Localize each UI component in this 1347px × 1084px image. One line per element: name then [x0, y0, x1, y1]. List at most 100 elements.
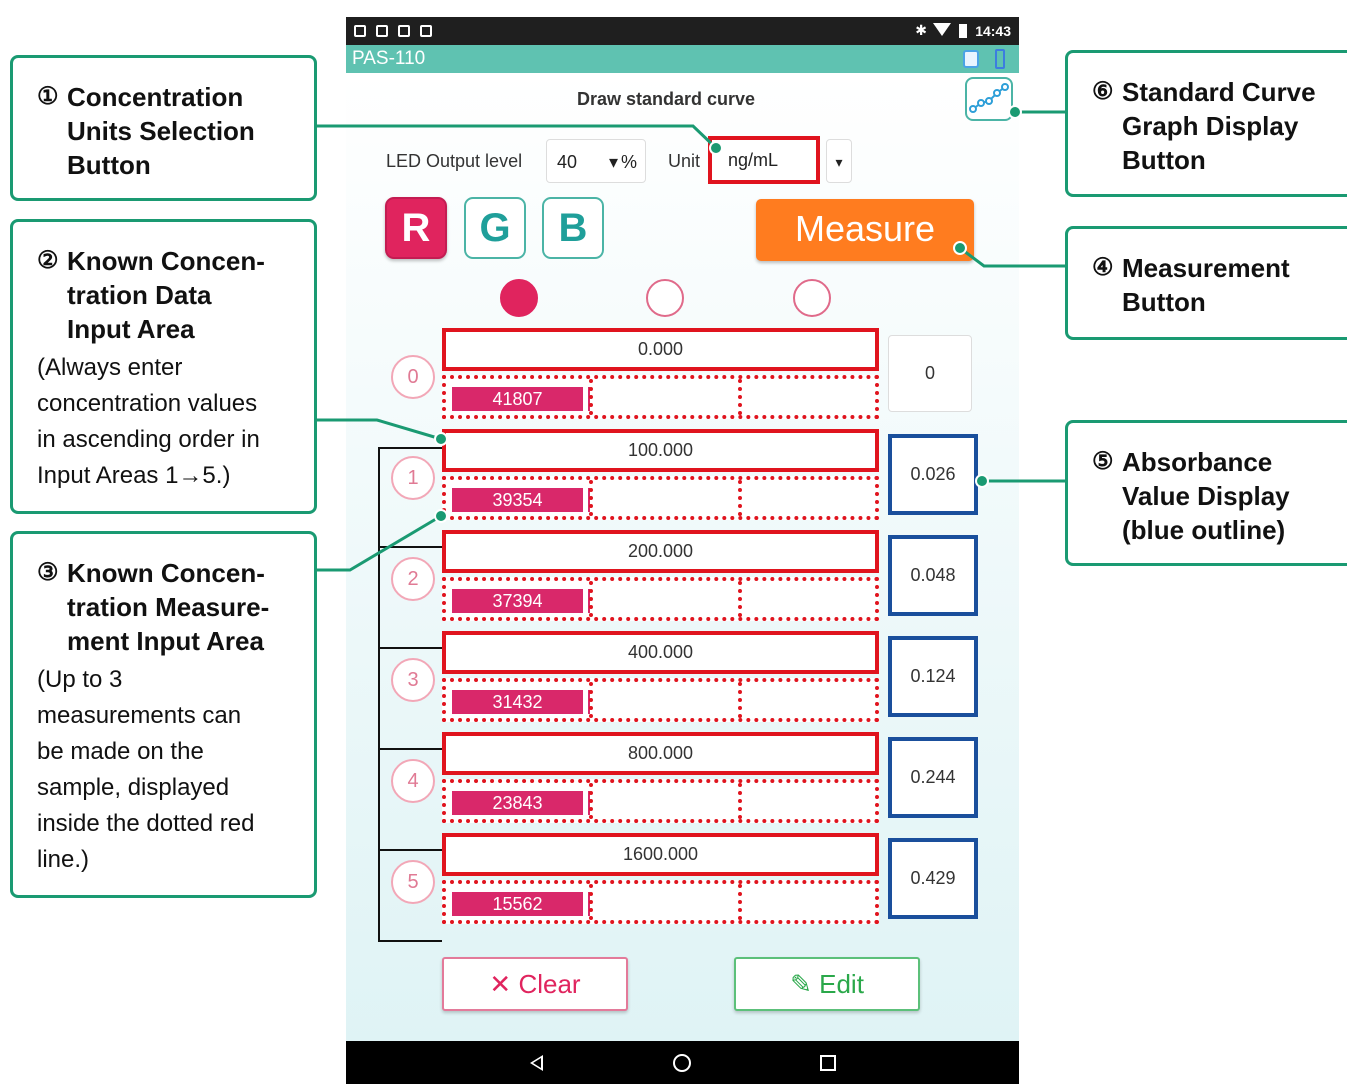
callout-title: Measurement Button — [1122, 253, 1290, 317]
store-icon — [420, 25, 432, 37]
callout-description: (Always enter concentration values in as… — [37, 354, 260, 489]
measurement-input-area[interactable]: 31432 — [442, 678, 879, 722]
led-output-select[interactable]: 40 ▾ % — [546, 139, 646, 183]
download-icon — [398, 25, 410, 37]
close-icon: ✕ — [489, 969, 512, 999]
status-bar: ✱ 14:43 — [346, 17, 1019, 45]
absorbance-display: 0.048 — [888, 535, 978, 616]
battery-icon — [959, 24, 967, 38]
concentration-input[interactable]: 100.000 — [442, 429, 879, 472]
unit-value: ng/mL — [728, 150, 779, 170]
absorbance-display: 0 — [888, 335, 972, 412]
edit-label: Edit — [819, 969, 864, 999]
device-connection-icon[interactable] — [963, 50, 979, 68]
measure-button[interactable]: Measure — [756, 199, 974, 261]
measurement-slot-1-radio[interactable] — [500, 279, 538, 317]
measurement-value: 31432 — [452, 690, 588, 714]
concentration-input[interactable]: 0.000 — [442, 328, 879, 371]
graph-icon — [969, 83, 1009, 113]
callout-number: ⑥ — [1092, 78, 1114, 105]
measurement-divider — [738, 379, 742, 415]
standard-row-4: 4 800.000 23843 0.244 — [346, 732, 1019, 833]
measurement-value: 37394 — [452, 589, 588, 613]
notification-icon — [354, 25, 366, 37]
callout-title: Absorbance Value Display (blue outline) — [1122, 447, 1290, 545]
unit-dropdown-button[interactable]: ▾ — [826, 139, 852, 183]
callout-title: Known Concen- tration Measure- ment Inpu… — [67, 558, 270, 656]
measurement-divider — [738, 682, 742, 718]
concentration-input[interactable]: 400.000 — [442, 631, 879, 674]
callout-measurement-button: ④ Measurement Button — [1065, 226, 1347, 340]
standard-row-3: 3 400.000 31432 0.124 — [346, 631, 1019, 732]
row-index: 1 — [391, 456, 435, 500]
measurement-divider — [589, 884, 593, 920]
callout-known-concentration-measurement: ③ Known Concen- tration Measure- ment Inp… — [10, 531, 317, 898]
concentration-input[interactable]: 1600.000 — [442, 833, 879, 876]
measurement-divider — [589, 480, 593, 516]
callout-number: ④ — [1092, 254, 1114, 281]
absorbance-display: 0.244 — [888, 737, 978, 818]
concentration-input[interactable]: 800.000 — [442, 732, 879, 775]
standard-row-5: 5 1600.000 15562 0.429 — [346, 833, 1019, 934]
android-nav-bar — [346, 1041, 1019, 1084]
led-green-button[interactable]: G — [464, 197, 526, 259]
unit-label: Unit — [668, 151, 701, 171]
led-blue-button[interactable]: B — [542, 197, 604, 259]
edit-button[interactable]: ✎ Edit — [734, 957, 920, 1011]
measurement-value: 23843 — [452, 791, 588, 815]
status-time: 14:43 — [975, 23, 1011, 39]
concentration-unit-select[interactable]: ng/mL — [708, 136, 820, 184]
measurement-value: 41807 — [452, 387, 588, 411]
row-index: 0 — [391, 355, 435, 399]
pencil-icon: ✎ — [790, 969, 812, 999]
led-output-value: 40 — [557, 152, 578, 172]
clear-button[interactable]: ✕ Clear — [442, 957, 628, 1011]
measurement-input-area[interactable]: 37394 — [442, 577, 879, 621]
back-icon[interactable] — [530, 1055, 543, 1071]
concentration-input[interactable]: 200.000 — [442, 530, 879, 573]
phone-screen: ✱ 14:43 PAS-110 Draw standard curve LED … — [346, 17, 1019, 1084]
measurement-input-area[interactable]: 23843 — [442, 779, 879, 823]
measurement-divider — [589, 783, 593, 819]
standard-row-0: 0 0.000 41807 0 — [346, 328, 1019, 429]
home-icon[interactable] — [673, 1054, 691, 1072]
standard-row-1: 1 100.000 39354 0.026 — [346, 429, 1019, 530]
measurement-input-area[interactable]: 15562 — [442, 880, 879, 924]
led-red-button[interactable]: R — [385, 197, 447, 259]
measurement-input-area[interactable]: 39354 — [442, 476, 879, 520]
callout-number: ① — [37, 83, 59, 110]
measurement-divider — [589, 379, 593, 415]
led-output-label: LED Output level — [386, 151, 523, 171]
callout-number: ⑤ — [1092, 448, 1114, 475]
measurement-slot-3-radio[interactable] — [793, 279, 831, 317]
measurement-divider — [589, 682, 593, 718]
measurement-value: 15562 — [452, 892, 588, 916]
mail-icon — [376, 25, 388, 37]
app-title: PAS-110 — [352, 48, 426, 69]
row-separator — [378, 940, 442, 942]
measurement-value: 39354 — [452, 488, 588, 512]
measurement-slot-2-radio[interactable] — [646, 279, 684, 317]
absorbance-display: 0.429 — [888, 838, 978, 919]
chevron-down-icon: ▾ — [609, 152, 619, 172]
callout-number: ③ — [37, 559, 59, 586]
callout-known-concentration-data: ② Known Concen- tration Data Input Area (… — [10, 219, 317, 514]
row-index: 3 — [391, 658, 435, 702]
callout-concentration-units: ① Concentration Units Selection Button — [10, 55, 317, 201]
wifi-icon — [933, 23, 951, 36]
row-index: 4 — [391, 759, 435, 803]
callout-description: (Up to 3 measurements can be made on the… — [37, 666, 255, 873]
measurement-input-area[interactable]: 41807 — [442, 375, 879, 419]
clear-label: Clear — [518, 969, 581, 999]
device-battery-icon — [995, 49, 1005, 69]
measurement-divider — [738, 884, 742, 920]
callout-number: ② — [37, 247, 59, 274]
recent-apps-icon[interactable] — [820, 1055, 836, 1071]
standard-row-2: 2 200.000 37394 0.048 — [346, 530, 1019, 631]
callout-title: Concentration Units Selection Button — [67, 82, 255, 180]
row-index: 2 — [391, 557, 435, 601]
standard-curve-graph-button[interactable] — [965, 77, 1013, 121]
absorbance-display: 0.026 — [888, 434, 978, 515]
callout-standard-curve-graph: ⑥ Standard Curve Graph Display Button — [1065, 50, 1347, 197]
bluetooth-icon: ✱ — [915, 22, 927, 38]
